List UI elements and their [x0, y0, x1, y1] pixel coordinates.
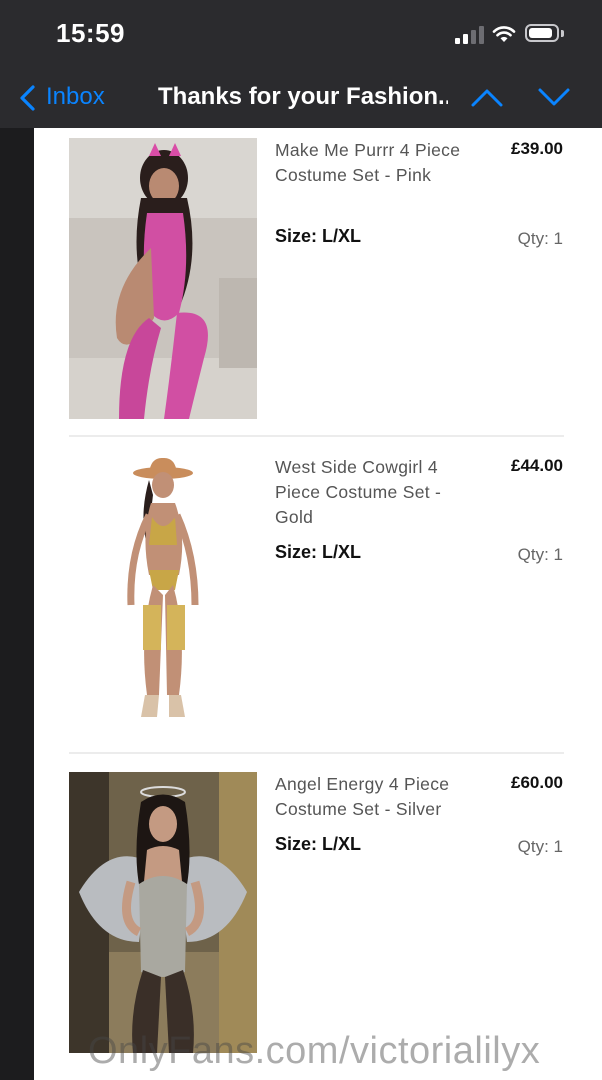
battery-cap [561, 30, 564, 37]
status-time: 15:59 [56, 18, 125, 48]
previous-message-chevron-up-icon[interactable] [470, 86, 504, 108]
product-price: £44.00 [511, 456, 563, 475]
back-to-inbox-button[interactable]: Inbox [46, 83, 105, 111]
watermark-text: OnlyFans.com/victorialilyx [88, 1030, 541, 1072]
product-quantity: Qty: 1 [517, 229, 563, 248]
product-size: Size: L/XL [275, 834, 362, 854]
product-image-pink-costume[interactable] [69, 138, 257, 419]
back-chevron-icon[interactable] [18, 84, 38, 112]
product-name[interactable]: West Side Cowgirl 4 Piece Costume Set - … [275, 455, 465, 530]
window-edge [0, 128, 34, 1080]
product-size: Size: L/XL [275, 542, 362, 562]
product-size: Size: L/XL [275, 226, 362, 246]
product-name[interactable]: Make Me Purrr 4 Piece Costume Set - Pink [275, 138, 465, 188]
message-subject-title: Thanks for your Fashion... [158, 83, 448, 110]
product-image-gold-cowgirl-costume[interactable] [69, 455, 257, 736]
product-price: £39.00 [511, 139, 563, 158]
item-divider [69, 435, 564, 437]
product-image-silver-angel-costume[interactable] [69, 772, 257, 1053]
wifi-icon [492, 26, 516, 42]
product-quantity: Qty: 1 [517, 837, 563, 856]
product-name[interactable]: Angel Energy 4 Piece Costume Set - Silve… [275, 772, 465, 822]
product-quantity: Qty: 1 [517, 545, 563, 564]
order-item: West Side Cowgirl 4 Piece Costume Set - … [69, 445, 564, 745]
product-price: £60.00 [511, 773, 563, 792]
status-and-nav-bar: 15:59 Inbox Thanks for your Fashion... [0, 0, 602, 128]
item-divider [69, 752, 564, 754]
next-message-chevron-down-icon[interactable] [537, 86, 571, 108]
email-body[interactable]: Make Me Purrr 4 Piece Costume Set - Pink… [34, 128, 602, 1080]
battery-icon [525, 24, 559, 42]
cellular-signal-icon [455, 26, 485, 44]
order-item: Make Me Purrr 4 Piece Costume Set - Pink… [69, 128, 564, 428]
